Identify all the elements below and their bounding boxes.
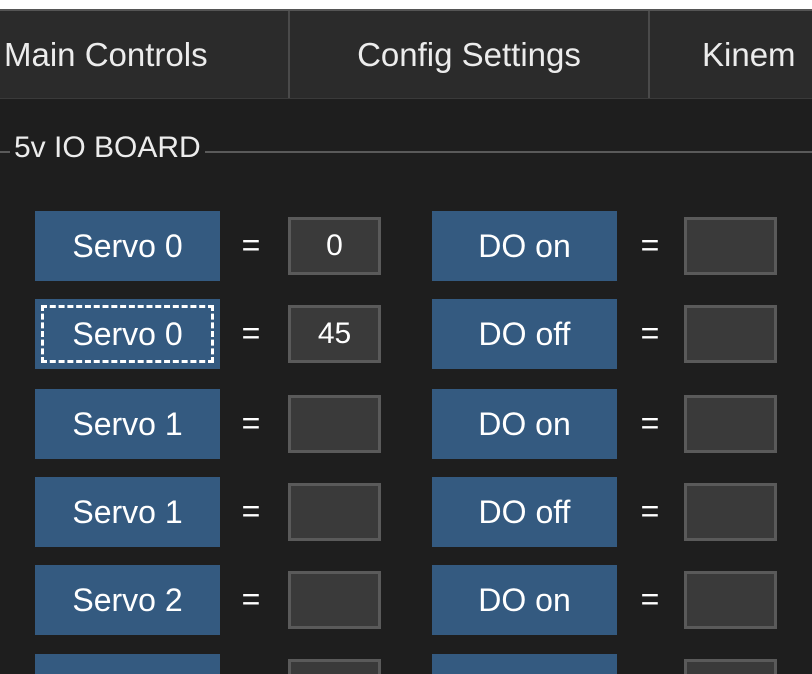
- equals-sign: =: [640, 315, 660, 351]
- next-row-field[interactable]: [684, 659, 777, 674]
- tab-bar: Main Controls Config Settings Kinem: [0, 9, 812, 99]
- do-value-field[interactable]: [684, 571, 777, 629]
- servo-value-field[interactable]: [288, 395, 381, 453]
- next-row-field[interactable]: [288, 659, 381, 674]
- tab-config-settings[interactable]: Config Settings: [290, 11, 650, 98]
- do-on-button[interactable]: DO on: [432, 211, 617, 281]
- servo-2-button[interactable]: Servo 2: [35, 565, 220, 635]
- window-top-edge: [0, 0, 812, 9]
- group-title: 5v IO BOARD: [10, 131, 205, 165]
- equals-sign: =: [640, 581, 660, 617]
- do-on-button[interactable]: DO on: [432, 565, 617, 635]
- servo-value-field[interactable]: [288, 571, 381, 629]
- button-label: Servo 0: [72, 227, 183, 264]
- button-label: DO on: [478, 581, 571, 618]
- do-value-field[interactable]: [684, 305, 777, 363]
- button-label: DO off: [478, 493, 571, 530]
- button-label: Servo 2: [72, 581, 183, 618]
- do-value-field[interactable]: [684, 217, 777, 275]
- next-row-button[interactable]: [35, 654, 220, 674]
- servo-1-button[interactable]: Servo 1: [35, 477, 220, 547]
- equals-sign: =: [640, 227, 660, 263]
- servo-1-button[interactable]: Servo 1: [35, 389, 220, 459]
- focus-indicator: [41, 305, 214, 363]
- servo-value-field[interactable]: [288, 483, 381, 541]
- button-label: Servo 1: [72, 493, 183, 530]
- button-label: DO on: [478, 405, 571, 442]
- servo-value-field[interactable]: 45: [288, 305, 381, 363]
- servo-0-button[interactable]: Servo 0: [35, 211, 220, 281]
- tab-kinematics[interactable]: Kinem: [650, 11, 812, 98]
- tab-main-controls[interactable]: Main Controls: [0, 11, 290, 98]
- equals-sign: =: [241, 227, 261, 263]
- next-row-button[interactable]: [432, 654, 617, 674]
- do-off-button[interactable]: DO off: [432, 299, 617, 369]
- equals-sign: =: [241, 315, 261, 351]
- button-label: DO off: [478, 315, 571, 352]
- do-value-field[interactable]: [684, 483, 777, 541]
- button-label: Servo 1: [72, 405, 183, 442]
- servo-0-45-button[interactable]: Servo 0: [35, 299, 220, 369]
- tab-content: 5v IO BOARD Servo 0 = 0 DO on = Servo 0 …: [0, 99, 812, 674]
- equals-sign: =: [640, 493, 660, 529]
- do-on-button[interactable]: DO on: [432, 389, 617, 459]
- equals-sign: =: [241, 405, 261, 441]
- equals-sign: =: [640, 405, 660, 441]
- equals-sign: =: [241, 581, 261, 617]
- equals-sign: =: [241, 493, 261, 529]
- button-label: DO on: [478, 227, 571, 264]
- do-off-button[interactable]: DO off: [432, 477, 617, 547]
- servo-value-field[interactable]: 0: [288, 217, 381, 275]
- do-value-field[interactable]: [684, 395, 777, 453]
